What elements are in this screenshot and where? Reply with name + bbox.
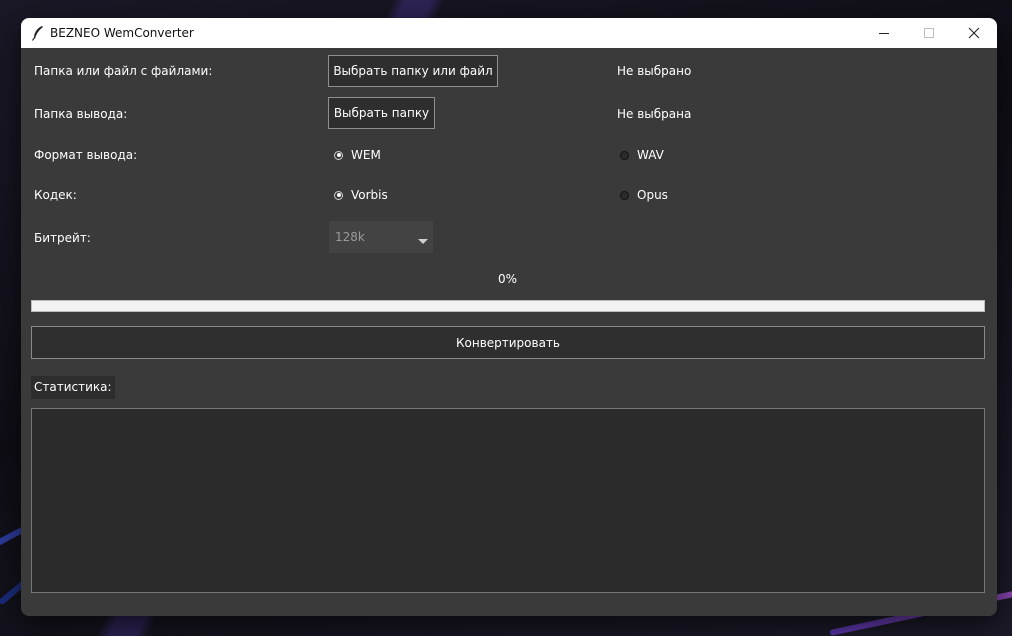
codec-option-label: Vorbis xyxy=(351,188,388,202)
title-bar[interactable]: BEZNEO WemConverter xyxy=(21,18,997,48)
stats-label: Статистика: xyxy=(31,376,115,399)
output-status: Не выбрана xyxy=(617,107,692,121)
format-label: Формат вывода: xyxy=(34,148,138,162)
format-option-label: WAV xyxy=(637,148,664,162)
codec-radio-vorbis[interactable]: Vorbis xyxy=(334,188,388,202)
window-title: BEZNEO WemConverter xyxy=(50,26,194,40)
codec-label: Кодек: xyxy=(34,188,77,202)
minimize-icon xyxy=(878,33,889,34)
close-button[interactable] xyxy=(951,18,996,48)
radio-unselected-icon xyxy=(620,150,629,160)
maximize-icon xyxy=(923,28,934,38)
maximize-button[interactable] xyxy=(906,18,951,48)
radio-unselected-icon xyxy=(620,190,629,200)
close-icon xyxy=(968,27,979,39)
progress-text: 0% xyxy=(498,272,518,286)
format-radio-wav[interactable]: WAV xyxy=(620,148,664,162)
bitrate-value: 128k xyxy=(335,230,365,244)
choose-output-button[interactable]: Выбрать папку xyxy=(328,97,435,129)
minimize-button[interactable] xyxy=(861,18,906,48)
codec-option-label: Opus xyxy=(637,188,668,202)
feather-icon xyxy=(31,25,45,41)
source-label: Папка или файл с файлами: xyxy=(34,64,213,78)
chevron-down-icon xyxy=(418,234,428,248)
source-status: Не выбрано xyxy=(617,64,692,78)
app-window: BEZNEO WemConverter Папка или файл с фай… xyxy=(21,18,997,616)
choose-source-button[interactable]: Выбрать папку или файл xyxy=(328,55,498,87)
format-radio-wem[interactable]: WEM xyxy=(334,148,381,162)
stats-textarea[interactable] xyxy=(31,408,985,593)
bitrate-label: Битрейт: xyxy=(34,231,91,245)
codec-radio-opus[interactable]: Opus xyxy=(620,188,668,202)
format-option-label: WEM xyxy=(351,148,381,162)
radio-selected-icon xyxy=(334,150,343,160)
convert-button[interactable]: Конвертировать xyxy=(31,326,985,359)
progress-bar xyxy=(31,300,985,312)
bitrate-select[interactable]: 128k xyxy=(329,221,433,253)
output-label: Папка вывода: xyxy=(34,107,128,121)
radio-selected-icon xyxy=(334,190,343,200)
